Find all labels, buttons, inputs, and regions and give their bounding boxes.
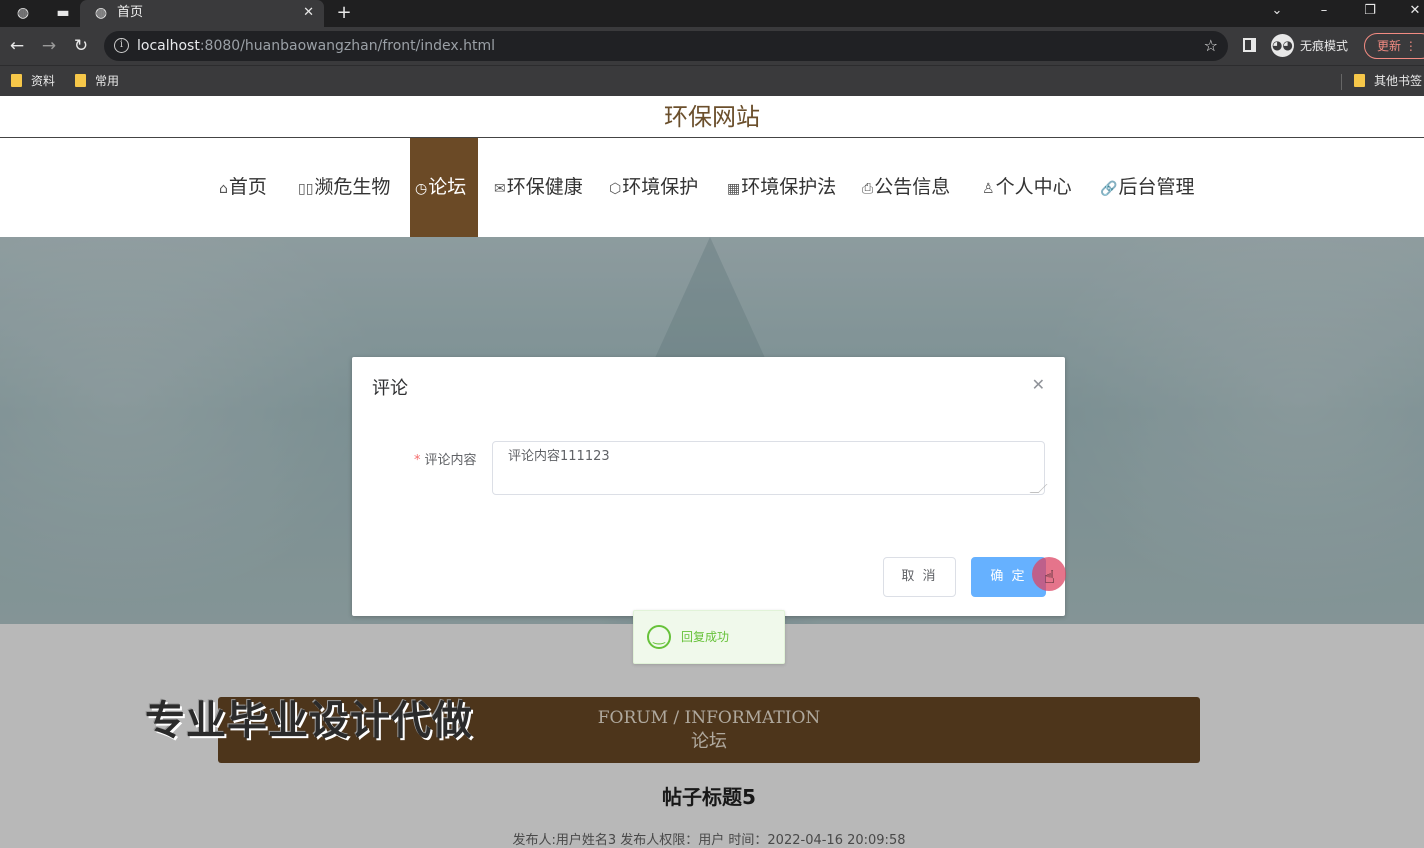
site-header: 环保网站 [0, 96, 1424, 138]
watermark-text: 专业毕业设计代做 [145, 698, 473, 744]
success-toast: ‿ 回复成功 [633, 610, 785, 664]
restore-icon[interactable]: ❐ [1355, 1, 1385, 21]
tab-search-chevron-icon[interactable]: ⌄ [1262, 1, 1292, 21]
grid-icon: ▦ [727, 181, 741, 197]
comment-dialog: 评论 ✕ * 评论内容 评论内容111123 取 消 确 定 ☝ [352, 357, 1066, 616]
toast-message: 回复成功 [681, 630, 730, 644]
tab-title: 首页 [117, 5, 144, 20]
dialog-close-icon[interactable]: ✕ [1032, 375, 1045, 395]
user-icon: ♙ [982, 181, 995, 197]
browser-toolbar: ← → ↻ i localhost:8080/huanbaowangzhan/f… [0, 27, 1424, 65]
folder-icon [75, 74, 86, 87]
site-title: 环保网站 [664, 103, 760, 131]
update-button[interactable]: 更新 ⋮ [1364, 33, 1424, 59]
forward-arrow-icon[interactable]: → [37, 35, 61, 57]
web-page: 环保网站 ⌂首页 ▯▯濒危生物 ◷论坛 ✉环保健康 ⬡环境保护 ▦环境保护法 ⎙… [0, 96, 1424, 848]
reload-icon[interactable]: ↻ [69, 35, 93, 57]
home-icon: ⌂ [219, 181, 228, 197]
nav-item-user-center[interactable]: ♙个人中心 [982, 138, 1072, 237]
bookmarks-bar: 资料 常用 其他书签 [0, 65, 1424, 96]
tab-close-icon[interactable]: ✕ [303, 4, 314, 22]
bookmark-folder-changyong[interactable]: 常用 [75, 72, 119, 90]
folder-icon [1354, 74, 1365, 87]
minimize-icon[interactable]: – [1309, 1, 1339, 21]
address-bar[interactable]: i localhost:8080/huanbaowangzhan/front/i… [104, 31, 1228, 61]
incognito-icon: ◕◕ [1271, 34, 1294, 57]
nav-item-admin[interactable]: 🔗后台管理 [1100, 138, 1194, 237]
bookmark-star-icon[interactable]: ☆ [1204, 35, 1218, 57]
back-arrow-icon[interactable]: ← [5, 35, 29, 57]
window-close-icon[interactable]: ✕ [1400, 1, 1424, 21]
url-text[interactable]: localhost:8080/huanbaowangzhan/front/ind… [137, 37, 495, 55]
comment-field-label: * 评论内容 [414, 453, 477, 468]
clock-icon: ◷ [415, 181, 428, 197]
comment-textarea[interactable]: 评论内容111123 [492, 441, 1045, 495]
nav-item-environment-protection[interactable]: ⬡环境保护 [609, 138, 698, 237]
dialog-title: 评论 [372, 378, 408, 399]
side-panel-icon[interactable] [1243, 38, 1256, 52]
nav-item-home[interactable]: ⌂首页 [219, 138, 267, 237]
incognito-label: 无痕模式 [1300, 39, 1349, 53]
cancel-button[interactable]: 取 消 [883, 557, 956, 597]
printer-icon: ⎙ [862, 181, 874, 197]
smile-icon: ‿ [647, 625, 671, 649]
browser-tab-strip: ◍ ▬ ◍ 首页 ✕ + ⌄ – ❐ ✕ [0, 0, 1424, 27]
tag-icon: ⬡ [609, 181, 622, 197]
nav-item-forum[interactable]: ◷论坛 [410, 138, 478, 237]
species-icon: ▯▯ [298, 181, 314, 197]
browser-tab-active[interactable]: ◍ 首页 ✕ [80, 0, 324, 27]
other-bookmarks[interactable]: 其他书签 [1354, 72, 1422, 90]
nav-item-environment-law[interactable]: ▦环境保护法 [727, 138, 836, 237]
tab-favicon-globe-icon: ◍ [94, 5, 108, 21]
required-asterisk: * [414, 453, 421, 468]
bookmark-folder-ziliao[interactable]: 资料 [11, 72, 55, 90]
site-info-icon[interactable]: i [114, 38, 129, 53]
bookmarks-separator [1341, 74, 1342, 90]
new-tab-icon[interactable]: + [333, 3, 355, 23]
folder-icon [11, 74, 22, 87]
main-nav: ⌂首页 ▯▯濒危生物 ◷论坛 ✉环保健康 ⬡环境保护 ▦环境保护法 ⎙公告信息 … [0, 138, 1424, 237]
tab-overview-icon[interactable]: ▬ [52, 3, 74, 23]
link-icon: 🔗 [1100, 181, 1118, 197]
hand-cursor-icon: ☝ [1044, 567, 1055, 588]
nav-item-eco-health[interactable]: ✉环保健康 [494, 138, 583, 237]
globe-icon[interactable]: ◍ [12, 3, 34, 23]
mail-icon: ✉ [494, 181, 506, 197]
nav-item-announcements[interactable]: ⎙公告信息 [862, 138, 950, 237]
nav-item-endangered-species[interactable]: ▯▯濒危生物 [298, 138, 390, 237]
